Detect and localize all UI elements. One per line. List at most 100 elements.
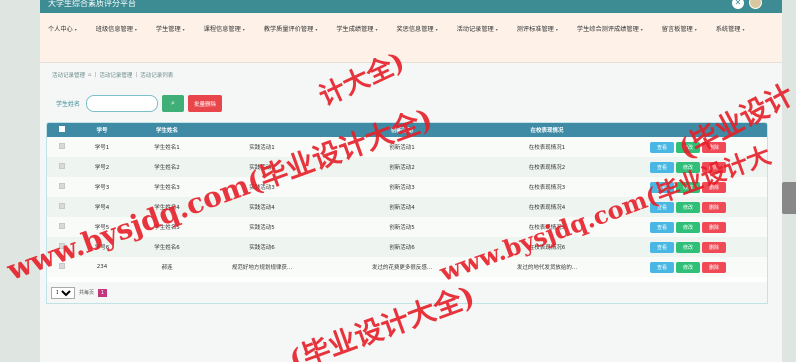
nav-item-class[interactable]: 班级信息管理 ▾: [96, 25, 137, 43]
view-button[interactable]: 查看: [650, 261, 674, 273]
edit-button[interactable]: 修改: [676, 261, 700, 273]
close-icon[interactable]: ✕: [732, 0, 744, 9]
view-button[interactable]: 查看: [650, 161, 674, 173]
view-button[interactable]: 查看: [650, 141, 674, 153]
cell-performance: 在校表现情况1: [528, 145, 566, 151]
table-cell: 查看 修改 删除: [607, 257, 767, 277]
nav-label: 学生管理: [155, 26, 181, 33]
table-cell: [47, 257, 77, 277]
breadcrumb-root[interactable]: 活动记录管理: [52, 71, 85, 79]
cell-performance: 在校表现情况3: [528, 185, 566, 191]
records-table: 学号 学生姓名 创新活动 在校表现情况 学号1 学生姓名1 实践活动1 创新活动1 在校…: [46, 122, 768, 284]
table-row: 学号2 学生姓名2 实践活动2 创新活动2 在校表现情况2 查看 修改 删除: [47, 157, 767, 177]
cell-innovation-activity: 创新活动1: [389, 145, 415, 151]
cell-practice-activity: 规范好地方规划规律获...: [231, 265, 293, 271]
delete-button[interactable]: 删除: [702, 181, 726, 193]
nav-label: 班级信息管理: [95, 26, 133, 33]
nav-item-rewards[interactable]: 奖惩信息管理 ▾: [396, 25, 437, 43]
delete-button[interactable]: 删除: [702, 161, 726, 173]
edit-button[interactable]: 修改: [676, 161, 700, 173]
delete-button[interactable]: 删除: [702, 221, 726, 233]
row-checkbox[interactable]: [59, 163, 65, 169]
breadcrumb-mid[interactable]: 活动记录管理: [99, 71, 132, 79]
app-title: 大学生综合素质评分平台: [48, 0, 136, 8]
page-size-select[interactable]: 10: [51, 286, 75, 299]
nav-label: 课程信息管理: [203, 26, 241, 33]
cell-practice-activity: 实践活动5: [249, 225, 275, 231]
table-row: 学号3 学生姓名3 实践活动3 创新活动3 在校表现情况3 查看 修改 删除: [47, 177, 767, 197]
column-header[interactable]: 学号: [77, 123, 127, 137]
batch-delete-button[interactable]: 批量删除: [188, 95, 223, 112]
nav-item-grades[interactable]: 学生成绩管理 ▾: [336, 25, 377, 43]
row-checkbox[interactable]: [59, 263, 65, 269]
cell-innovation-activity: 创新活动5: [389, 225, 415, 231]
column-header: [607, 123, 767, 137]
breadcrumb-current: 活动记录列表: [140, 73, 174, 79]
pagination: 10 共每页 1: [46, 282, 768, 304]
row-checkbox[interactable]: [59, 243, 65, 249]
cell-practice-activity: 实践活动6: [249, 245, 275, 251]
row-checkbox[interactable]: [59, 143, 65, 149]
row-checkbox[interactable]: [59, 203, 65, 209]
main-nav: 个人中心 ▾ 班级信息管理 ▾ 学生管理 ▾ 课程信息管理 ▾ 教学质量评价管理 ▾ 学生…: [40, 13, 782, 63]
table-cell: 查看 修改 删除: [607, 137, 767, 157]
cell-student-id: 学号3: [94, 185, 110, 191]
edit-button[interactable]: 修改: [676, 181, 700, 193]
delete-button[interactable]: 删除: [702, 201, 726, 213]
cell-practice-activity: 实践活动1: [249, 145, 275, 151]
page-number-current[interactable]: 1: [98, 288, 108, 297]
edit-button[interactable]: 修改: [676, 241, 700, 253]
view-button[interactable]: 查看: [650, 241, 674, 253]
avatar[interactable]: [749, 0, 762, 9]
cell-performance: 在校表现情况2: [528, 165, 566, 171]
nav-label: 个人中心: [48, 26, 73, 33]
search-icon: ⌕: [171, 99, 175, 107]
table-header-row: 学号 学生姓名 创新活动 在校表现情况: [47, 123, 767, 137]
chevron-down-icon: ▾: [134, 27, 137, 32]
cell-student-id: 学号1: [94, 145, 110, 151]
row-checkbox[interactable]: [59, 183, 65, 189]
nav-item-system[interactable]: 系统管理 ▾: [716, 25, 745, 43]
nav-item-activities[interactable]: 活动记录管理 ▾: [457, 25, 498, 43]
chevron-down-icon: ▾: [315, 27, 318, 32]
cell-innovation-activity: 创新活动6: [389, 245, 415, 251]
column-header[interactable]: 学生姓名: [127, 123, 207, 137]
nav-item-teaching-eval[interactable]: 教学质量评价管理 ▾: [264, 25, 318, 43]
nav-label: 教学质量评价管理: [263, 26, 314, 33]
row-checkbox[interactable]: [59, 223, 65, 229]
edit-button[interactable]: 修改: [676, 141, 700, 153]
separator: |: [94, 72, 97, 78]
student-name-input[interactable]: [86, 95, 159, 112]
cell-innovation-activity: 创新活动3: [389, 185, 415, 191]
breadcrumb: 活动记录管理 ⌂ | 活动记录管理 | 活动记录列表: [40, 63, 782, 87]
cell-innovation-activity: 发过的花费更多很反感...: [371, 265, 433, 271]
nav-item-comprehensive[interactable]: 学生综合测评成绩管理 ▾: [577, 25, 643, 43]
select-all-checkbox[interactable]: [59, 126, 65, 132]
cell-student-id: 学号2: [94, 165, 110, 171]
view-button[interactable]: 查看: [650, 221, 674, 233]
table-cell: [47, 217, 77, 237]
delete-button[interactable]: 删除: [702, 261, 726, 273]
view-button[interactable]: 查看: [650, 181, 674, 193]
delete-button[interactable]: 删除: [702, 141, 726, 153]
cell-student-name: 学生姓名1: [154, 145, 180, 151]
nav-item-messages[interactable]: 留言板管理 ▾: [662, 25, 697, 43]
nav-item-courses[interactable]: 课程信息管理 ▾: [204, 25, 245, 43]
column-header[interactable]: 在校表现情况: [487, 123, 607, 137]
nav-item-personal[interactable]: 个人中心 ▾: [48, 25, 77, 43]
delete-button[interactable]: 删除: [702, 241, 726, 253]
nav-label: 留言板管理: [661, 26, 693, 33]
nav-item-standards[interactable]: 测评标准管理 ▾: [517, 25, 558, 43]
cell-student-id: 学号4: [94, 205, 110, 211]
view-button[interactable]: 查看: [650, 201, 674, 213]
side-scroll-handle[interactable]: [782, 182, 796, 214]
edit-button[interactable]: 修改: [676, 201, 700, 213]
edit-button[interactable]: 修改: [676, 221, 700, 233]
nav-item-students[interactable]: 学生管理 ▾: [156, 25, 185, 43]
column-header[interactable]: 创新活动: [317, 123, 487, 137]
cell-performance: 在校表现情况4: [528, 205, 566, 211]
table-cell: [47, 177, 77, 197]
cell-performance: 在校表现情况5: [528, 225, 566, 231]
search-button[interactable]: ⌕: [162, 95, 185, 112]
table-cell: 查看 修改 删除: [607, 217, 767, 237]
